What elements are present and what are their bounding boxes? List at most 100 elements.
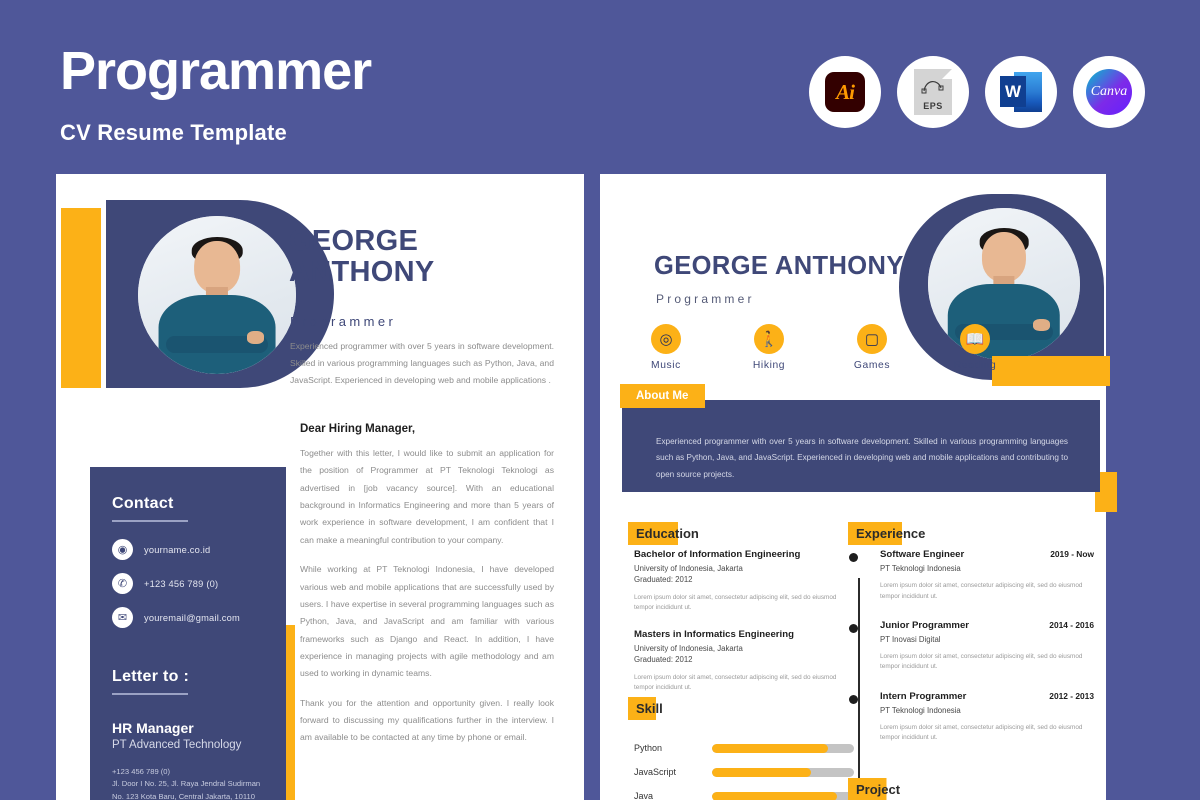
experience-date: 2012 - 2013 — [1049, 690, 1094, 701]
hobby-label: Games — [853, 360, 891, 371]
letter-company: PT Advanced Technology — [112, 739, 242, 751]
education-description: Lorem ipsum dolor sit amet, consectetur … — [634, 673, 837, 691]
skill-progress-fill — [712, 791, 837, 800]
skill-progress-track — [712, 791, 854, 800]
skill-label: JavaScript — [634, 767, 677, 777]
format-badge-group: Ai EPS W Canva — [809, 56, 1145, 128]
illustrator-badge[interactable]: Ai — [809, 56, 881, 128]
experience-company: PT Teknologi Indonesia — [880, 564, 961, 573]
resume-candidate-name: GEORGE ANTHONY — [654, 252, 904, 280]
hobby-label: Hiking — [752, 360, 786, 371]
hobby-item-hiking: 🚶 Hiking — [731, 324, 807, 371]
skill-progress-track — [712, 743, 854, 753]
project-section-title: Project — [848, 778, 911, 800]
experience-item: Software Engineer 2019 - Now PT Teknolog… — [849, 549, 1094, 602]
education-graduated: Graduated: 2012 — [634, 575, 693, 585]
experience-section-title: Experience — [848, 522, 936, 545]
left-yellow-accent — [61, 208, 101, 388]
skill-row: Python — [634, 743, 854, 753]
education-item: Masters in Informatics Engineering Unive… — [634, 629, 844, 693]
phone-icon: ✆ — [112, 573, 133, 594]
eps-badge[interactable]: EPS — [897, 56, 969, 128]
education-section-title: Education — [628, 522, 709, 545]
canva-icon: Canva — [1086, 69, 1132, 115]
skill-label: Python — [634, 743, 663, 753]
letter-phone: +123 456 789 (0) — [112, 767, 171, 776]
page-title: Programmer — [60, 41, 372, 101]
hobby-list: ◎ Music 🚶 Hiking ▢ Games 📖 Reading — [628, 324, 1013, 371]
word-badge[interactable]: W — [985, 56, 1057, 128]
experience-item: Junior Programmer 2014 - 2016 PT Inovasi… — [849, 619, 1094, 673]
word-letter: W — [1000, 76, 1026, 107]
contact-phone-text: +123 456 789 (0) — [144, 578, 219, 589]
contact-website-text: yourname.co.id — [144, 544, 211, 555]
reading-icon: 📖 — [960, 324, 990, 354]
left-summary: Experienced programmer with over 5 years… — [290, 341, 554, 385]
timeline-dot-icon — [849, 623, 858, 633]
left-name-line1: GEORGE — [289, 225, 419, 257]
hobby-item-reading: 📖 Reading — [937, 324, 1013, 371]
letter-to-heading: Letter to : — [112, 668, 190, 685]
hobby-item-music: ◎ Music — [628, 324, 704, 371]
cover-letter-page: GEORGE ANTHONY Programmer Experienced pr… — [56, 174, 584, 800]
left-role: Programmer — [290, 314, 397, 329]
contact-underline — [112, 520, 188, 522]
education-degree: Bachelor of Information Engineering — [634, 549, 801, 560]
about-me-section: About Me Experienced programmer with ove… — [620, 384, 1100, 492]
experience-description: Lorem ipsum dolor sit amet, consectetur … — [880, 723, 1083, 742]
page-subtitle: CV Resume Template — [60, 120, 287, 145]
letter-paragraph: Thank you for the attention and opportun… — [300, 697, 554, 743]
word-icon: W — [1000, 70, 1042, 114]
contact-heading: Contact — [112, 495, 174, 512]
skill-list: Python JavaScript Java — [634, 729, 854, 800]
left-sidebar-yellow-accent — [286, 625, 295, 800]
letter-recipient: HR Manager — [112, 720, 194, 736]
about-me-title: About Me — [620, 384, 706, 408]
left-name-line2: ANTHONY — [289, 256, 435, 289]
games-icon: ▢ — [857, 324, 887, 354]
skill-progress-track — [712, 767, 854, 777]
experience-description: Lorem ipsum dolor sit amet, consectetur … — [880, 653, 1083, 671]
contact-item-phone[interactable]: ✆ +123 456 789 (0) — [112, 573, 266, 594]
skill-progress-fill — [712, 743, 829, 753]
experience-date: 2014 - 2016 — [1049, 619, 1094, 630]
education-item: Bachelor of Information Engineering Univ… — [634, 549, 844, 613]
contact-email-text: youremail@gmail.com — [144, 612, 240, 623]
contact-item-email[interactable]: ✉ youremail@gmail.com — [112, 607, 266, 628]
music-icon: ◎ — [651, 324, 681, 354]
experience-company: PT Inovasi Digital — [880, 634, 941, 644]
letter-greeting: Dear Hiring Manager, — [300, 423, 416, 435]
contact-item-website[interactable]: ◉ yourname.co.id — [112, 539, 266, 560]
education-school: University of Indonesia, Jakarta — [634, 564, 743, 573]
timeline-dot-icon — [849, 553, 858, 562]
education-description: Lorem ipsum dolor sit amet, consectetur … — [634, 593, 837, 611]
experience-list: Software Engineer 2019 - Now PT Teknolog… — [849, 549, 1094, 761]
skill-section-title: Skill — [628, 697, 673, 720]
letter-address-line1: Jl. Door I No. 25, Jl. Raya Jendral Sudi… — [112, 779, 261, 789]
experience-item: Intern Programmer 2012 - 2013 PT Teknolo… — [849, 690, 1094, 744]
experience-position: Junior Programmer — [880, 619, 970, 631]
skill-progress-fill — [712, 767, 812, 777]
envelope-icon: ✉ — [112, 607, 133, 628]
hiking-icon: 🚶 — [754, 324, 784, 354]
resume-page: GEORGE ANTHONY Programmer ◎ Music 🚶 Hiki… — [600, 174, 1128, 800]
hobby-label: Music — [651, 360, 681, 371]
education-graduated: Graduated: 2012 — [634, 655, 693, 665]
experience-company: PT Teknologi Indonesia — [880, 705, 961, 715]
education-degree: Masters in Informatics Engineering — [634, 629, 794, 641]
experience-description: Lorem ipsum dolor sit amet, consectetur … — [880, 582, 1083, 600]
letter-paragraph: While working at PT Teknologi Indonesia,… — [300, 564, 554, 679]
cover-letter-body: Dear Hiring Manager, Together with this … — [300, 423, 554, 759]
hobby-item-games: ▢ Games — [834, 324, 910, 371]
canva-badge[interactable]: Canva — [1073, 56, 1145, 128]
resume-role: Programmer — [656, 292, 755, 306]
letter-to-underline — [112, 693, 188, 695]
letter-address-line2: No. 123 Kota Baru, Central Jakarta, 1011… — [112, 791, 255, 800]
skill-row: Java — [634, 791, 854, 800]
about-me-text: Experienced programmer with over 5 years… — [656, 437, 1068, 479]
contact-sidebar: Contact ◉ yourname.co.id ✆ +123 456 789 … — [90, 467, 286, 800]
illustrator-icon: Ai — [825, 72, 865, 112]
skill-label: Java — [634, 791, 654, 800]
skill-row: JavaScript — [634, 767, 854, 777]
experience-position: Intern Programmer — [880, 690, 967, 702]
